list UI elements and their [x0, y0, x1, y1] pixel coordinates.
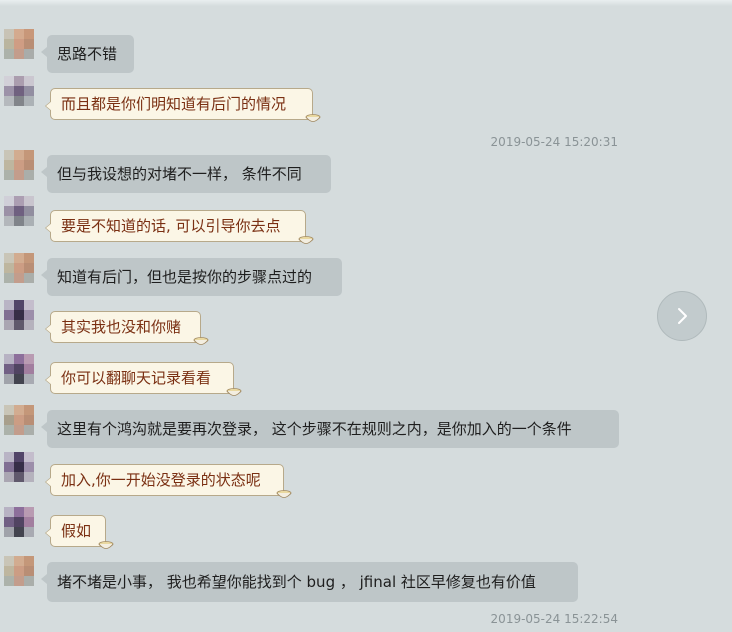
- tea-bowl-icon: [98, 541, 114, 549]
- chat-history[interactable]: 思路不错 而且都是你们明知道有后门的情况 2019-05-24 15:20:31…: [0, 0, 732, 632]
- message-bubble[interactable]: 要是不知道的话, 可以引导你去点: [45, 210, 314, 244]
- tea-bowl-icon: [305, 114, 321, 122]
- message-text: 这里有个鸿沟就是要再次登录， 这个步骤不在规则之内，是你加入的一个条件: [57, 420, 572, 438]
- message-bubble[interactable]: 假如: [45, 515, 114, 549]
- avatar[interactable]: [4, 452, 38, 486]
- message-text: 思路不错: [57, 45, 118, 63]
- message-text: 但与我设想的对堵不一样， 条件不同: [57, 165, 302, 183]
- message-bubble[interactable]: 知道有后门，但也是按你的步骤点过的: [41, 258, 342, 296]
- message-bubble[interactable]: 这里有个鸿沟就是要再次登录， 这个步骤不在规则之内，是你加入的一个条件: [41, 410, 619, 448]
- avatar[interactable]: [4, 556, 38, 590]
- tea-bowl-icon: [276, 490, 292, 498]
- message-text: 而且都是你们明知道有后门的情况: [61, 95, 287, 113]
- avatar[interactable]: [4, 354, 38, 388]
- message-text: 你可以翻聊天记录看看: [61, 369, 212, 387]
- message-bubble[interactable]: 而且都是你们明知道有后门的情况: [45, 88, 321, 122]
- message-text: 其实我也没和你赌: [61, 318, 182, 336]
- avatar[interactable]: [4, 300, 38, 334]
- message-text: 假如: [61, 522, 92, 540]
- message-text: 知道有后门，但也是按你的步骤点过的: [57, 268, 313, 286]
- message-text: 堵不堵是小事， 我也希望你能找到个 bug ， jfinal 社区早修复也有价值: [57, 573, 536, 591]
- avatar[interactable]: [4, 150, 38, 184]
- tea-bowl-icon: [193, 337, 209, 345]
- avatar[interactable]: [4, 196, 38, 230]
- next-page-button[interactable]: [657, 291, 707, 341]
- message-bubble[interactable]: 其实我也没和你赌: [45, 311, 209, 345]
- chevron-right-icon: [678, 308, 687, 324]
- tea-bowl-icon: [226, 388, 242, 396]
- avatar[interactable]: [4, 29, 38, 63]
- timestamp: 2019-05-24 15:20:31: [490, 135, 618, 149]
- timestamp: 2019-05-24 15:22:54: [490, 612, 618, 626]
- message-bubble[interactable]: 加入,你一开始没登录的状态呢: [45, 464, 292, 498]
- avatar[interactable]: [4, 507, 38, 541]
- avatar[interactable]: [4, 253, 38, 287]
- tea-bowl-icon: [298, 236, 314, 244]
- message-text: 加入,你一开始没登录的状态呢: [61, 471, 261, 489]
- message-bubble[interactable]: 思路不错: [41, 35, 134, 73]
- message-bubble[interactable]: 但与我设想的对堵不一样， 条件不同: [41, 155, 331, 193]
- message-bubble[interactable]: 你可以翻聊天记录看看: [45, 362, 242, 396]
- message-bubble[interactable]: 堵不堵是小事， 我也希望你能找到个 bug ， jfinal 社区早修复也有价值: [41, 562, 578, 602]
- avatar[interactable]: [4, 405, 38, 439]
- message-text: 要是不知道的话, 可以引导你去点: [61, 217, 281, 235]
- avatar[interactable]: [4, 76, 38, 110]
